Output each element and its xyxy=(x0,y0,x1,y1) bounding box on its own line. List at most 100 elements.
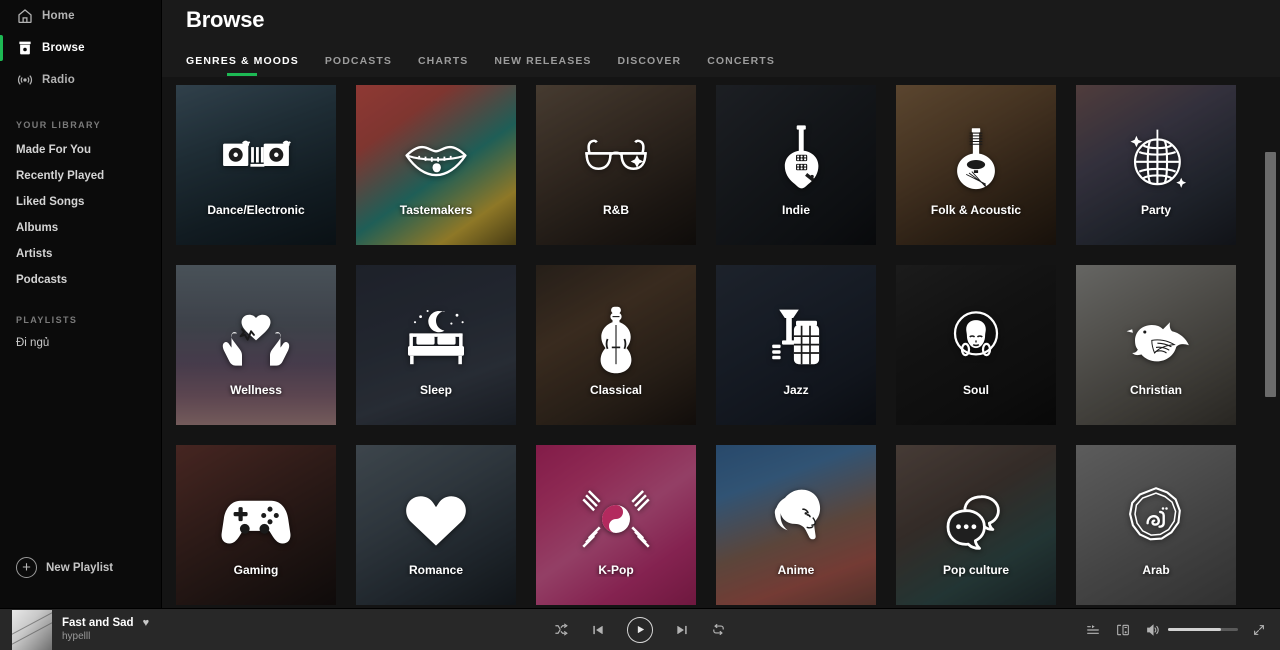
album-art[interactable] xyxy=(12,609,52,650)
genre-card[interactable]: Wellness xyxy=(176,265,336,425)
queue-icon[interactable] xyxy=(1085,622,1101,638)
genre-card-label: Tastemakers xyxy=(399,203,473,217)
sidebar-item-label: Browse xyxy=(42,42,85,54)
genre-card-label: R&B xyxy=(603,203,629,217)
taegeuk-icon xyxy=(581,484,651,554)
afro-face-icon xyxy=(941,304,1011,374)
tab-discover[interactable]: DISCOVER xyxy=(618,55,682,76)
track-title-row: Fast and Sad ♥ xyxy=(62,617,149,629)
tab-new-releases[interactable]: NEW RELEASES xyxy=(494,55,591,76)
genre-card[interactable]: R&B xyxy=(536,85,696,245)
genre-card-label: Pop culture xyxy=(942,563,1009,577)
repeat-icon[interactable] xyxy=(711,622,726,637)
tab-genres-and-moods[interactable]: GENRES & MOODS xyxy=(186,55,299,76)
violin-icon xyxy=(581,304,651,374)
library-item-recently-played[interactable]: Recently Played xyxy=(0,163,161,189)
genre-card-label: Wellness xyxy=(230,383,282,397)
sunglasses-icon xyxy=(581,124,651,194)
genre-card-label: Gaming xyxy=(233,563,279,577)
library-item-albums[interactable]: Albums xyxy=(0,215,161,241)
volume-icon[interactable] xyxy=(1145,622,1161,638)
fullscreen-icon[interactable] xyxy=(1252,623,1266,637)
guitar-icon xyxy=(761,124,831,194)
next-icon[interactable] xyxy=(675,623,689,637)
genre-card-label: Romance xyxy=(408,563,464,577)
genre-card[interactable]: Dance/Electronic xyxy=(176,85,336,245)
sidebar-item-home[interactable]: Home xyxy=(0,0,161,32)
genre-card-label: Indie xyxy=(781,203,810,217)
sidebar-item-browse[interactable]: Browse xyxy=(0,32,161,64)
heart-icon[interactable]: ♥ xyxy=(143,617,150,629)
scrollbar-track[interactable] xyxy=(1265,77,1278,608)
genre-card[interactable]: Romance xyxy=(356,445,516,605)
genre-card-label: Folk & Acoustic xyxy=(930,203,1022,217)
genre-card[interactable]: Jazz xyxy=(716,265,876,425)
genre-card[interactable]: Anime xyxy=(716,445,876,605)
track-artist: hypelll xyxy=(62,631,91,642)
genre-card[interactable]: Pop culture xyxy=(896,445,1056,605)
genre-card-label: Dance/Electronic xyxy=(207,203,305,217)
genre-card-label: Anime xyxy=(777,563,815,577)
library-section: YOUR LIBRARY Made For You Recently Playe… xyxy=(0,120,161,293)
playlists-heading: PLAYLISTS xyxy=(16,315,78,325)
heart-hands-icon xyxy=(221,304,291,374)
genre-card-label: Christian xyxy=(1129,383,1182,397)
library-item-artists[interactable]: Artists xyxy=(0,241,161,267)
library-item-podcasts[interactable]: Podcasts xyxy=(0,267,161,293)
page-title: Browse xyxy=(186,7,265,32)
genre-card-label: Party xyxy=(1140,203,1172,217)
genre-card[interactable]: Soul xyxy=(896,265,1056,425)
genre-card-label: Arab xyxy=(1142,563,1170,577)
main-content: Browse GENRES & MOODS PODCASTS CHARTS NE… xyxy=(162,0,1280,608)
tab-podcasts[interactable]: PODCASTS xyxy=(325,55,392,76)
library-item-made-for-you[interactable]: Made For You xyxy=(0,137,161,163)
genre-card-label: Sleep xyxy=(419,383,452,397)
genre-card[interactable]: Arab xyxy=(1076,445,1236,605)
genre-card[interactable]: Christian xyxy=(1076,265,1236,425)
volume-slider[interactable] xyxy=(1168,627,1238,632)
new-playlist-button[interactable]: + New Playlist xyxy=(0,557,161,578)
genre-grid: Dance/Electronic Tastemakers R&B Indie Folk … xyxy=(162,77,1280,605)
scrollbar-thumb[interactable] xyxy=(1265,152,1276,397)
anime-face-icon xyxy=(761,484,831,554)
genre-card[interactable]: Tastemakers xyxy=(356,85,516,245)
sidebar-item-label: Radio xyxy=(42,74,75,86)
play-button[interactable] xyxy=(627,616,653,643)
spotify-app-window: Home Browse Radio YOUR LIBRARY Made For … xyxy=(0,0,1280,650)
radio-icon xyxy=(16,70,42,90)
devices-icon[interactable] xyxy=(1115,622,1131,638)
previous-icon[interactable] xyxy=(591,623,605,637)
browse-tabs: GENRES & MOODS PODCASTS CHARTS NEW RELEA… xyxy=(186,55,1280,76)
playlist-item[interactable]: Đi ngủ xyxy=(0,332,161,354)
tab-concerts[interactable]: CONCERTS xyxy=(707,55,775,76)
volume-control[interactable] xyxy=(1145,622,1238,638)
tab-charts[interactable]: CHARTS xyxy=(418,55,468,76)
genre-card[interactable]: Indie xyxy=(716,85,876,245)
genre-card-label: Soul xyxy=(963,383,989,397)
primary-nav: Home Browse Radio xyxy=(0,0,161,96)
speech-bubbles-icon xyxy=(941,484,1011,554)
genre-card[interactable]: K-Pop xyxy=(536,445,696,605)
sidebar-item-radio[interactable]: Radio xyxy=(0,64,161,96)
plus-circle-icon: + xyxy=(16,557,37,578)
player-bar: Fast and Sad ♥ hypelll xyxy=(0,608,1280,650)
genre-card[interactable]: Folk & Acoustic xyxy=(896,85,1056,245)
browse-icon xyxy=(16,38,42,58)
track-meta: Fast and Sad ♥ hypelll xyxy=(62,617,149,642)
disco-ball-icon xyxy=(1121,124,1191,194)
home-icon xyxy=(16,6,42,26)
library-item-liked-songs[interactable]: Liked Songs xyxy=(0,189,161,215)
genre-card[interactable]: Party xyxy=(1076,85,1236,245)
shuffle-icon[interactable] xyxy=(554,622,569,637)
sidebar: Home Browse Radio YOUR LIBRARY Made For … xyxy=(0,0,162,608)
bed-moon-icon xyxy=(401,304,471,374)
genre-card[interactable]: Sleep xyxy=(356,265,516,425)
volume-slider-fill xyxy=(1168,627,1221,632)
genre-card[interactable]: Gaming xyxy=(176,445,336,605)
playback-controls xyxy=(554,616,726,643)
arabic-medallion-icon xyxy=(1121,484,1191,554)
dove-icon xyxy=(1121,304,1191,374)
app-body: Home Browse Radio YOUR LIBRARY Made For … xyxy=(0,0,1280,608)
genre-card[interactable]: Classical xyxy=(536,265,696,425)
new-playlist-label: New Playlist xyxy=(46,561,114,574)
